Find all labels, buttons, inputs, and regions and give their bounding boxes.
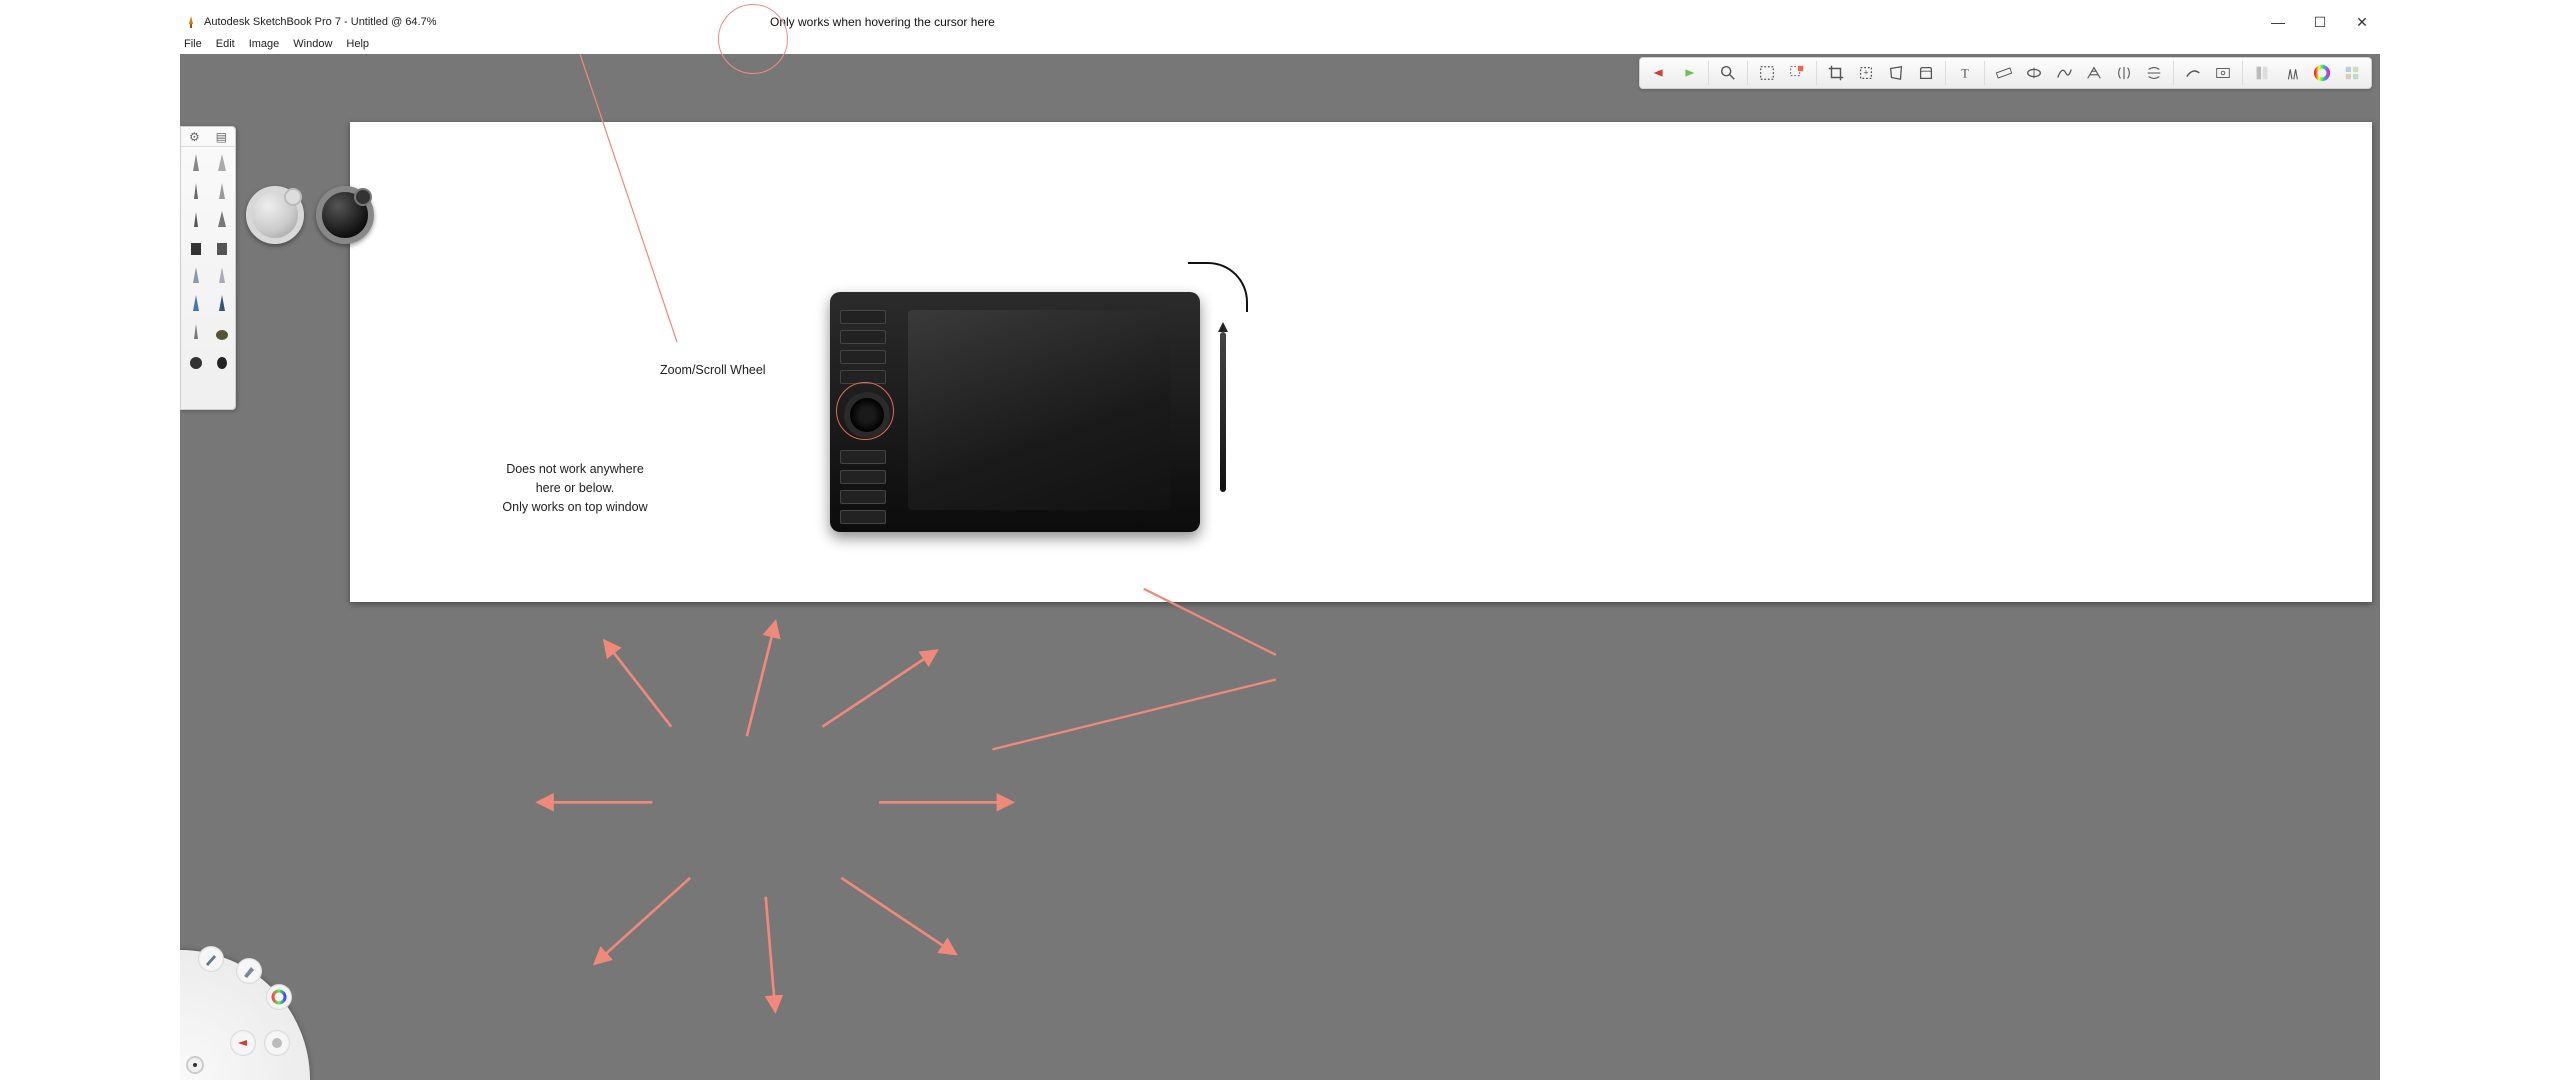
lagoon-pen-icon[interactable] [198, 946, 224, 972]
brush-tip[interactable] [185, 151, 207, 175]
brush-tip[interactable] [211, 319, 233, 343]
brush-tip[interactable] [211, 235, 233, 259]
text-icon[interactable]: T [1952, 60, 1978, 86]
canvas[interactable]: Zoom/Scroll Wheel Does not work anywhere… [350, 122, 2372, 602]
app-icon [184, 15, 198, 29]
brush-tip[interactable] [211, 263, 233, 287]
annotation-top-circle [718, 4, 788, 74]
menu-edit[interactable]: Edit [216, 38, 235, 50]
crop-icon[interactable] [1823, 60, 1849, 86]
brush-tip[interactable] [185, 263, 207, 287]
annotation-zoom-label: Zoom/Scroll Wheel [660, 361, 766, 380]
symmetry-x-icon[interactable] [2111, 60, 2137, 86]
app-window: Autodesk SketchBook Pro 7 - Untitled @ 6… [180, 10, 2380, 1080]
ui-toggle-icon[interactable] [2339, 60, 2365, 86]
menu-image[interactable]: Image [249, 38, 280, 50]
brush-grid [181, 147, 235, 403]
layers-icon[interactable] [1913, 60, 1939, 86]
top-toolbar: + T [1639, 57, 2372, 89]
annotation-ring-circle [836, 382, 894, 440]
menu-file[interactable]: File [184, 38, 202, 50]
brush-tip[interactable] [185, 179, 207, 203]
color-puck-primary[interactable] [246, 186, 304, 244]
marquee-icon[interactable] [1754, 60, 1780, 86]
window-controls: — ☐ ✕ [2266, 14, 2374, 31]
symmetry-y-icon[interactable] [2141, 60, 2167, 86]
ellipse-guide-icon[interactable] [2021, 60, 2047, 86]
lagoon-undo-icon[interactable] [230, 1030, 256, 1056]
brush-sliders-icon[interactable]: ⚙ [189, 130, 200, 144]
menu-bar: File Edit Image Window Help [180, 34, 2380, 54]
brush-grid-icon[interactable]: ▤ [216, 130, 227, 144]
brush-tip[interactable] [185, 291, 207, 315]
lagoon-airbrush-icon[interactable] [236, 958, 262, 984]
brush-tip[interactable] [211, 179, 233, 203]
brush-tip[interactable] [185, 207, 207, 231]
annotation-arrows [350, 122, 2372, 1029]
steady-stroke-icon[interactable] [2180, 60, 2206, 86]
brush-tip[interactable] [185, 319, 207, 343]
svg-text:+: + [1863, 68, 1868, 78]
perspective-icon[interactable] [2081, 60, 2107, 86]
brush-tip[interactable] [185, 235, 207, 259]
annotation-top-text: Only works when hovering the cursor here [770, 15, 995, 29]
close-button[interactable]: ✕ [2350, 14, 2374, 31]
marquee-add-icon[interactable] [1784, 60, 1810, 86]
brush-palette[interactable]: ⚙ ▤ [180, 126, 236, 410]
title-bar: Autodesk SketchBook Pro 7 - Untitled @ 6… [180, 10, 2380, 34]
cable-illustration [1188, 262, 1248, 312]
svg-text:T: T [1961, 67, 1969, 81]
color-wheel-icon[interactable] [2309, 60, 2335, 86]
lagoon-menu[interactable] [180, 940, 320, 1080]
brush-tip[interactable] [211, 291, 233, 315]
lagoon-color-wheel-icon[interactable] [266, 984, 292, 1010]
brush-tip[interactable] [211, 347, 233, 371]
brush-tip[interactable] [211, 207, 233, 231]
brush-tip[interactable] [211, 151, 233, 175]
zoom-icon[interactable] [1715, 60, 1741, 86]
brush-tip[interactable] [211, 375, 233, 399]
french-curve-icon[interactable] [2051, 60, 2077, 86]
transform-add-icon[interactable]: + [1853, 60, 1879, 86]
menu-window[interactable]: Window [293, 38, 332, 50]
lagoon-brush-edit-icon[interactable] [264, 1030, 290, 1056]
lagoon-center[interactable] [186, 1056, 204, 1074]
maximize-button[interactable]: ☐ [2308, 14, 2332, 31]
annotation-center-text: Does not work anywhere here or below. On… [475, 460, 675, 516]
brush-tip[interactable] [185, 375, 207, 399]
flipbook-icon[interactable] [2210, 60, 2236, 86]
brush-library-icon[interactable] [2279, 60, 2305, 86]
copic-icon[interactable] [2249, 60, 2275, 86]
stylus-illustration [1220, 332, 1226, 492]
distort-icon[interactable] [1883, 60, 1909, 86]
minimize-button[interactable]: — [2266, 14, 2290, 30]
color-puck-secondary[interactable] [316, 186, 374, 244]
brush-tip[interactable] [185, 347, 207, 371]
ruler-icon[interactable] [1991, 60, 2017, 86]
window-title: Autodesk SketchBook Pro 7 - Untitled @ 6… [204, 16, 437, 28]
redo-button[interactable] [1676, 60, 1702, 86]
menu-help[interactable]: Help [346, 38, 369, 50]
undo-button[interactable] [1646, 60, 1672, 86]
workspace[interactable]: + T [180, 54, 2380, 1080]
